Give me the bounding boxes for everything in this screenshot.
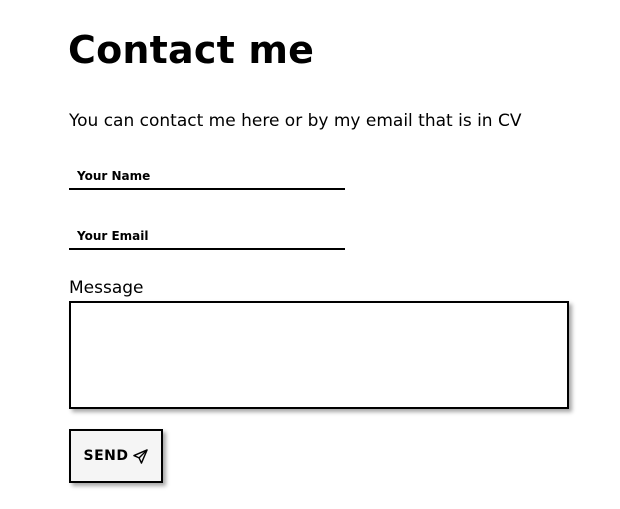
intro-text: You can contact me here or by my email t…	[69, 111, 522, 131]
send-button[interactable]: SEND	[69, 429, 163, 483]
message-textarea[interactable]	[69, 301, 569, 409]
email-input[interactable]	[69, 224, 345, 250]
name-input[interactable]	[69, 164, 345, 190]
message-label: Message	[69, 278, 144, 298]
page-title: Contact me	[68, 28, 315, 72]
paper-plane-icon	[133, 448, 149, 464]
send-button-label: SEND	[83, 448, 129, 464]
